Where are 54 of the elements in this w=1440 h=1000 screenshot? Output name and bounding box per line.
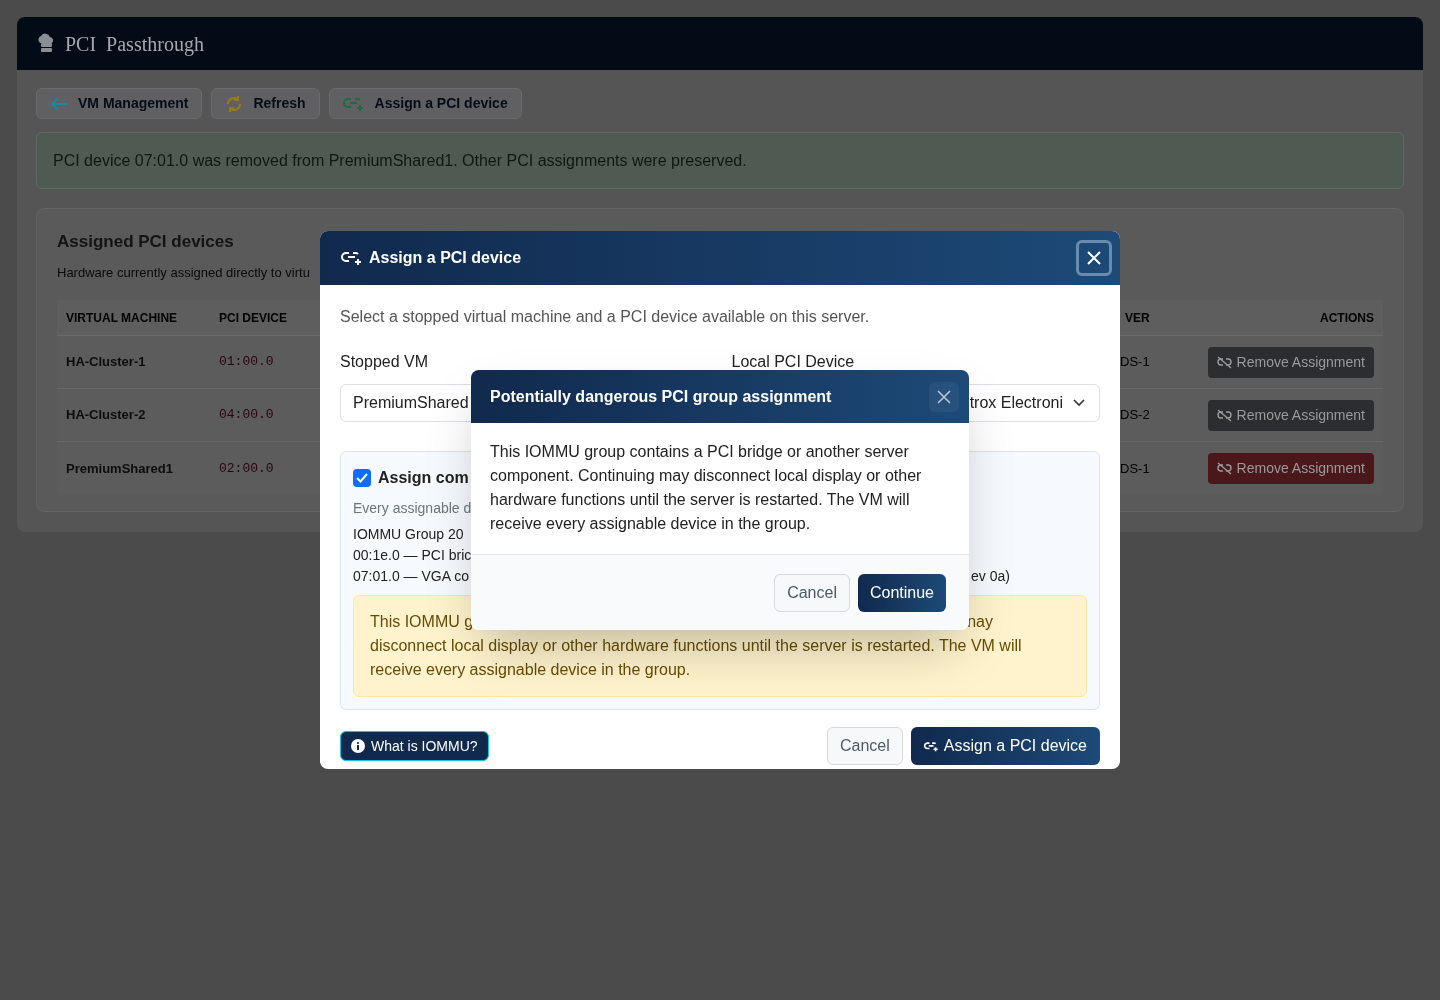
dialog-title: Assign a PCI device	[369, 248, 522, 268]
device-line: 07:01.0 — VGA co	[353, 567, 469, 586]
table-cell-text: HA-Cluster-1	[66, 353, 146, 372]
column-header: VER	[1125, 309, 1150, 327]
device-line: ev 0a)	[971, 567, 1010, 586]
table-cell-text: HA-Cluster-2	[66, 406, 146, 425]
link-plus-icon	[342, 95, 365, 112]
field-label: Local PCI Device	[731, 352, 855, 372]
info-icon	[351, 739, 365, 753]
field-label: Stopped VM	[340, 352, 429, 372]
help-button[interactable]: What is IOMMU?	[340, 731, 489, 761]
link-plus-icon	[923, 740, 939, 752]
app-title: PCI Passthrough	[65, 31, 204, 58]
card-title: Assigned PCI devices	[57, 231, 234, 253]
table-cell-text: PremiumShared1	[66, 459, 173, 478]
success-alert: PCI device 07:01.0 was removed from PremiumShared1. Other PCI assignments were preserved.	[36, 132, 1404, 189]
close-icon	[936, 388, 952, 405]
dialog-title: Potentially dangerous PCI group assignment	[490, 386, 832, 407]
arrow-left-icon	[50, 95, 68, 112]
cancel-button[interactable]: Cancel	[827, 727, 903, 765]
table-cell-text: 04:00.0	[219, 406, 274, 425]
checkbox-label: Assign com	[378, 468, 469, 488]
table-cell-text: 01:00.0	[219, 353, 274, 372]
table-cell-text: 02:00.0	[219, 459, 274, 478]
hint-text: Every assignable d	[353, 499, 472, 518]
remove-button[interactable]: Remove Assignment	[1207, 346, 1374, 378]
close-button[interactable]	[1076, 240, 1112, 276]
dialog-description: Select a stopped virtual machine and a PCI device available on this server.	[340, 307, 870, 327]
assign-button[interactable]: Assign a PCI device	[910, 727, 1100, 765]
table-cell-text: DS-2	[1120, 406, 1150, 425]
column-header: VIRTUAL MACHINE	[66, 309, 178, 327]
checkbox[interactable]	[353, 469, 371, 487]
refresh-icon	[225, 93, 244, 114]
toolbar-button[interactable]: Refresh	[211, 88, 320, 119]
unlink-icon	[1216, 408, 1232, 422]
column-header: PCI DEVICE	[219, 309, 287, 327]
remove-button[interactable]: Remove Assignment	[1207, 453, 1374, 484]
toolbar-button[interactable]: Assign a PCI device	[328, 88, 522, 119]
link-plus-icon	[341, 250, 363, 266]
device-line: IOMMU Group 20	[353, 525, 464, 544]
card-subtitle: Hardware currently assigned directly to virtu	[57, 263, 310, 282]
column-header: ACTIONS	[1320, 309, 1374, 327]
cancel-button[interactable]: Cancel	[774, 573, 850, 612]
chevron-down-icon	[1073, 399, 1085, 407]
close-button[interactable]	[929, 381, 959, 412]
toolbar-button[interactable]: VM Management	[36, 88, 203, 119]
close-icon	[1086, 250, 1102, 266]
unlink-icon	[1216, 462, 1232, 475]
continue-button[interactable]: Continue	[857, 573, 946, 612]
remove-button[interactable]: Remove Assignment	[1207, 399, 1374, 431]
table-cell-text: DS-1	[1120, 353, 1150, 372]
table-cell-text: DS-1	[1120, 459, 1150, 478]
device-line: 00:1e.0 — PCI bric	[353, 546, 472, 565]
unlink-icon	[1216, 355, 1232, 369]
